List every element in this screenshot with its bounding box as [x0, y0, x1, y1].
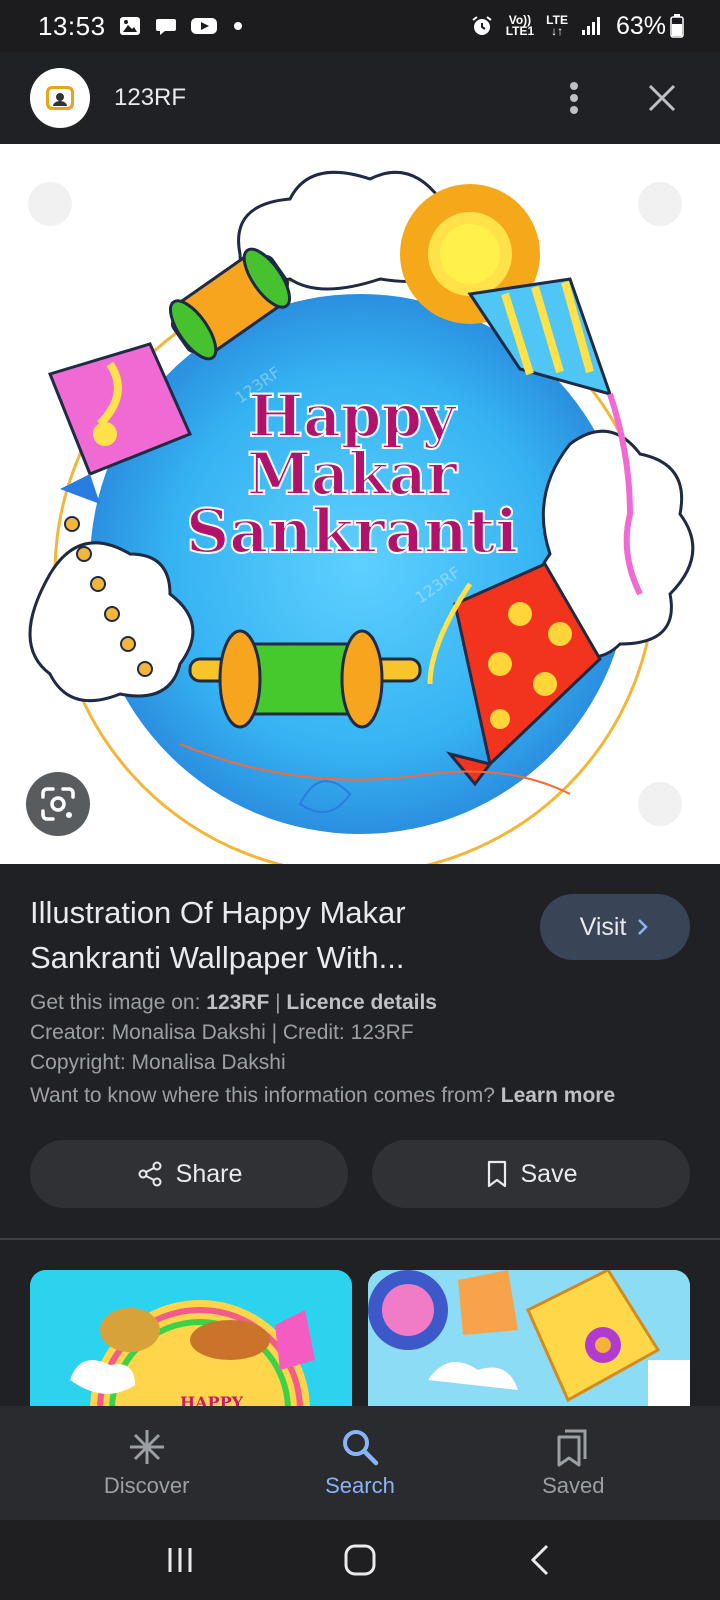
learn-more-link[interactable]: Learn more — [501, 1084, 615, 1107]
meta-separator: | — [269, 991, 287, 1014]
save-label: Save — [520, 1159, 578, 1188]
nav-saved-label: Saved — [542, 1473, 605, 1498]
related-thumbnail-2-art — [368, 1270, 690, 1410]
battery-percent: 63% — [615, 11, 666, 40]
alarm-icon — [472, 16, 492, 35]
chevron-right-icon — [638, 919, 649, 935]
screen: 13:53 Vo)) LTE1 LTE ↓↑ 63% 123RF Happy M… — [0, 0, 720, 1600]
signal-icon — [581, 17, 600, 35]
share-icon — [138, 1161, 162, 1187]
image-meta: Get this image on: 123RF | Licence detai… — [30, 988, 690, 1078]
action-row: Share Save — [30, 1140, 690, 1208]
status-time: 13:53 — [38, 10, 106, 41]
google-lens-button[interactable] — [26, 772, 90, 836]
home-icon — [344, 1544, 376, 1576]
licence-details-link[interactable]: Licence details — [286, 991, 437, 1014]
youtube-icon — [190, 18, 217, 34]
related-images: HAPPY — [30, 1270, 690, 1410]
asterisk-icon — [129, 1430, 164, 1464]
headline-sankranti: Sankranti — [186, 497, 518, 567]
title-row: Illustration Of Happy Makar Sankranti Wa… — [30, 890, 690, 980]
data-arrows-icon: ↓↑ — [551, 24, 564, 38]
volte-indicator: Vo)) LTE1 — [505, 14, 535, 38]
site-favicon-icon — [30, 68, 90, 128]
site-name[interactable]: 123RF — [114, 84, 186, 112]
info-source-question: Want to know where this information come… — [30, 1084, 501, 1107]
volte-bottom: LTE1 — [505, 24, 535, 38]
makar-sankranti-illustration: Happy Makar Sankranti 123RF 123RF — [28, 170, 695, 864]
home-button[interactable] — [330, 1530, 390, 1590]
nav-discover[interactable]: Discover — [67, 1427, 227, 1499]
visit-button[interactable]: Visit — [540, 894, 690, 960]
visit-label: Visit — [579, 912, 627, 941]
status-left: 13:53 — [38, 11, 242, 42]
back-button[interactable] — [510, 1530, 570, 1590]
bookmark-icon — [487, 1160, 506, 1188]
nav-discover-label: Discover — [103, 1473, 190, 1498]
save-button[interactable]: Save — [372, 1140, 690, 1208]
gallery-icon — [119, 17, 140, 35]
nav-saved[interactable]: Saved — [493, 1427, 653, 1499]
creator-credit: Creator: Monalisa Dakshi | Credit: 123RF — [30, 1021, 414, 1044]
more-options-icon[interactable] — [554, 78, 594, 118]
bottom-navigation: Discover Search Saved — [0, 1406, 720, 1520]
related-thumbnail-1-art: HAPPY — [30, 1270, 352, 1410]
get-image-source[interactable]: 123RF — [206, 991, 269, 1014]
image-title[interactable]: Illustration Of Happy Makar Sankranti Wa… — [30, 890, 500, 980]
get-image-line: Get this image on: 123RF | Licence detai… — [30, 988, 690, 1018]
status-right: Vo)) LTE1 LTE ↓↑ 63% — [470, 12, 684, 41]
lte-indicator: LTE ↓↑ — [546, 14, 568, 38]
notification-dot-icon — [233, 22, 242, 30]
chat-icon — [155, 19, 176, 35]
saved-collections-icon — [557, 1429, 587, 1467]
battery-indicator: 63% — [616, 12, 684, 41]
main-image[interactable]: Happy Makar Sankranti 123RF 123RF — [0, 144, 720, 864]
related-thumbnail-2[interactable] — [368, 1270, 690, 1410]
search-icon — [342, 1430, 379, 1466]
viewer-header: 123RF — [0, 52, 720, 144]
get-image-prefix: Get this image on: — [30, 991, 207, 1014]
lens-icon — [41, 787, 75, 821]
status-bar: 13:53 Vo)) LTE1 LTE ↓↑ 63% — [0, 0, 720, 52]
nav-search[interactable]: Search — [280, 1427, 440, 1499]
recent-apps-icon — [168, 1548, 192, 1572]
copyright: Copyright: Monalisa Dakshi — [30, 1051, 286, 1074]
share-label: Share — [175, 1159, 243, 1188]
share-button[interactable]: Share — [30, 1140, 348, 1208]
image-info: Illustration Of Happy Makar Sankranti Wa… — [30, 890, 690, 1108]
nav-search-label: Search — [325, 1473, 395, 1498]
info-source-line: Want to know where this information come… — [30, 1084, 690, 1108]
battery-icon — [670, 14, 684, 38]
related-thumbnail-1[interactable]: HAPPY — [30, 1270, 352, 1410]
back-icon — [530, 1544, 549, 1576]
close-icon[interactable] — [642, 78, 682, 118]
divider — [0, 1238, 720, 1240]
system-navigation — [0, 1520, 720, 1600]
recent-apps-button[interactable] — [150, 1530, 210, 1590]
